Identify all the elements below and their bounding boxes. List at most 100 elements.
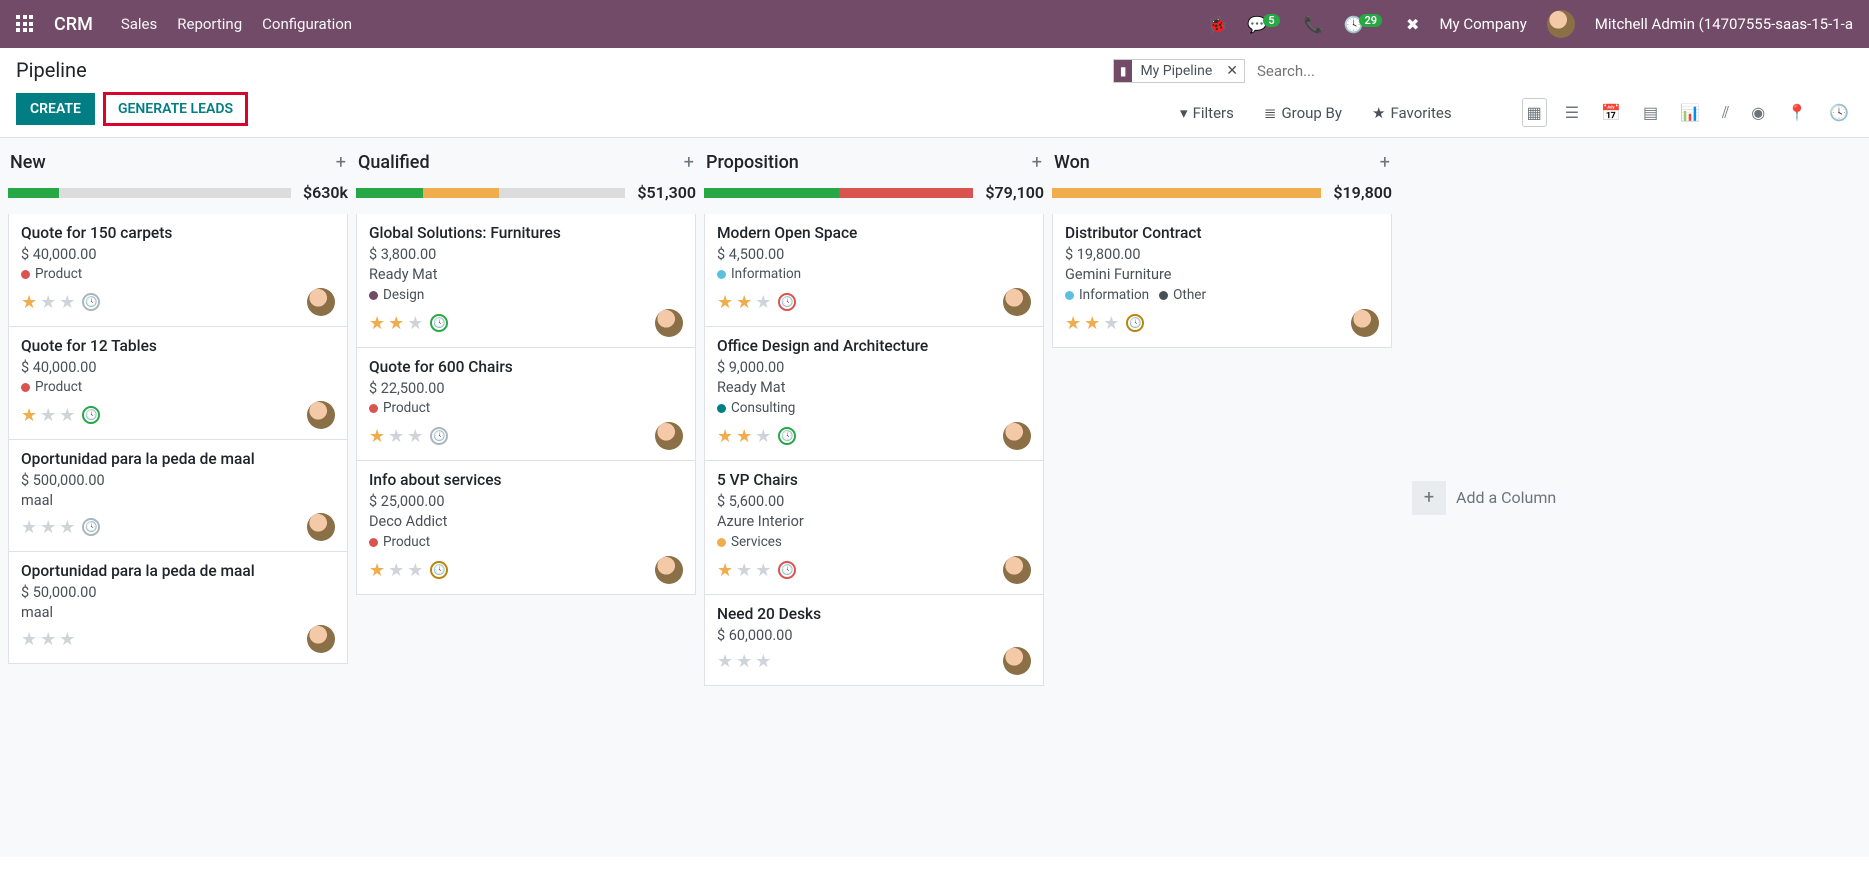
kanban-card[interactable]: Quote for 600 Chairs$ 22,500.00Product★★… [356,348,696,461]
brand[interactable]: CRM [54,14,93,35]
pivot-view-icon[interactable]: ▤ [1639,99,1662,126]
star-icon[interactable]: ★ [1084,313,1100,334]
cohort-view-icon[interactable]: ⫽ [1718,99,1733,127]
assignee-avatar[interactable] [655,556,683,584]
star-icon[interactable]: ★ [717,426,733,447]
create-button[interactable]: CREATE [16,93,95,125]
star-icon[interactable]: ★ [21,517,37,538]
star-icon[interactable]: ★ [369,426,385,447]
assignee-avatar[interactable] [1003,288,1031,316]
assignee-avatar[interactable] [655,422,683,450]
quick-create-icon[interactable]: + [1032,152,1042,173]
star-icon[interactable]: ★ [21,292,37,313]
assignee-avatar[interactable] [307,401,335,429]
graph-view-icon[interactable]: 📊 [1676,99,1704,126]
quick-create-icon[interactable]: + [336,152,346,173]
priority-stars[interactable]: ★★★🕓 [369,560,448,581]
kanban-view-icon[interactable]: ▦ [1522,98,1547,127]
star-icon[interactable]: ★ [40,517,56,538]
list-view-icon[interactable]: ☰ [1561,99,1583,126]
star-icon[interactable]: ★ [1065,313,1081,334]
avatar[interactable] [1547,10,1575,38]
activity-icon[interactable]: 🕓 [430,561,448,579]
priority-stars[interactable]: ★★★🕓 [21,405,100,426]
kanban-card[interactable]: Modern Open Space$ 4,500.00Information★★… [704,214,1044,327]
activity-icon[interactable]: 🕓 [1126,314,1144,332]
star-icon[interactable]: ★ [40,629,56,650]
priority-stars[interactable]: ★★★🕓 [717,292,796,313]
user-menu[interactable]: Mitchell Admin (14707555-saas-15-1-a [1595,15,1853,33]
tools-icon[interactable]: ✖ [1406,15,1419,34]
star-icon[interactable]: ★ [717,651,733,672]
star-icon[interactable]: ★ [388,313,404,334]
nav-reporting[interactable]: Reporting [177,15,242,33]
priority-stars[interactable]: ★★★🕓 [369,313,448,334]
priority-stars[interactable]: ★★★🕓 [21,292,100,313]
priority-stars[interactable]: ★★★ [717,651,771,672]
star-icon[interactable]: ★ [21,405,37,426]
star-icon[interactable]: ★ [755,292,771,313]
activity-icon[interactable]: 🕓 [430,314,448,332]
assignee-avatar[interactable] [655,309,683,337]
quick-create-icon[interactable]: + [1380,152,1390,173]
activity-icon[interactable]: 🕓 [778,427,796,445]
assignee-avatar[interactable] [307,625,335,653]
activity-icon[interactable]: 🕓 [82,406,100,424]
star-icon[interactable]: ★ [736,426,752,447]
kanban-card[interactable]: Need 20 Desks$ 60,000.00★★★ [704,595,1044,686]
priority-stars[interactable]: ★★★🕓 [21,517,100,538]
kanban-card[interactable]: Oportunidad para la peda de maal$ 500,00… [8,440,348,552]
phone-icon[interactable]: 📞 [1304,15,1324,34]
calendar-view-icon[interactable]: 📅 [1597,99,1625,126]
progress-bar[interactable] [704,188,973,198]
filters-button[interactable]: ▾Filters [1180,104,1234,122]
star-icon[interactable]: ★ [736,560,752,581]
assignee-avatar[interactable] [1003,422,1031,450]
star-icon[interactable]: ★ [755,426,771,447]
priority-stars[interactable]: ★★★🕓 [717,560,796,581]
priority-stars[interactable]: ★★★🕓 [717,426,796,447]
progress-bar[interactable] [1052,188,1321,198]
star-icon[interactable]: ★ [59,292,75,313]
kanban-card[interactable]: Quote for 12 Tables$ 40,000.00Product★★★… [8,327,348,440]
search-input[interactable] [1253,58,1853,84]
activity-icon[interactable]: 🕓 [778,293,796,311]
star-icon[interactable]: ★ [755,560,771,581]
star-icon[interactable]: ★ [59,517,75,538]
star-icon[interactable]: ★ [388,560,404,581]
kanban-card[interactable]: 5 VP Chairs$ 5,600.00Azure InteriorServi… [704,461,1044,595]
activity-icon[interactable]: 🕓 [82,293,100,311]
quick-create-icon[interactable]: + [684,152,694,173]
kanban-card[interactable]: Oportunidad para la peda de maal$ 50,000… [8,552,348,664]
kanban-card[interactable]: Quote for 150 carpets$ 40,000.00Product★… [8,214,348,327]
generate-leads-button[interactable]: GENERATE LEADS [103,92,248,126]
star-icon[interactable]: ★ [40,292,56,313]
star-icon[interactable]: ★ [1103,313,1119,334]
star-icon[interactable]: ★ [40,405,56,426]
groupby-button[interactable]: ≣Group By [1264,104,1342,122]
star-icon[interactable]: ★ [407,313,423,334]
dashboard-view-icon[interactable]: ◉ [1747,99,1769,126]
kanban-card[interactable]: Office Design and Architecture$ 9,000.00… [704,327,1044,461]
activity-view-icon[interactable]: 🕓 [1825,99,1853,126]
activity-icon[interactable]: 🕓 [778,561,796,579]
progress-bar[interactable] [356,188,625,198]
star-icon[interactable]: ★ [369,313,385,334]
assignee-avatar[interactable] [1003,647,1031,675]
priority-stars[interactable]: ★★★ [21,629,75,650]
activity-icon[interactable]: 🕓 [430,427,448,445]
progress-bar[interactable] [8,188,291,198]
kanban-card[interactable]: Distributor Contract$ 19,800.00Gemini Fu… [1052,214,1392,348]
map-view-icon[interactable]: 📍 [1783,99,1811,126]
star-icon[interactable]: ★ [59,405,75,426]
star-icon[interactable]: ★ [407,560,423,581]
apps-icon[interactable] [16,15,34,33]
nav-configuration[interactable]: Configuration [262,15,352,33]
star-icon[interactable]: ★ [717,292,733,313]
star-icon[interactable]: ★ [21,629,37,650]
add-column-button[interactable]: +Add a Column [1400,148,1600,847]
star-icon[interactable]: ★ [407,426,423,447]
priority-stars[interactable]: ★★★🕓 [1065,313,1144,334]
star-icon[interactable]: ★ [388,426,404,447]
star-icon[interactable]: ★ [59,629,75,650]
